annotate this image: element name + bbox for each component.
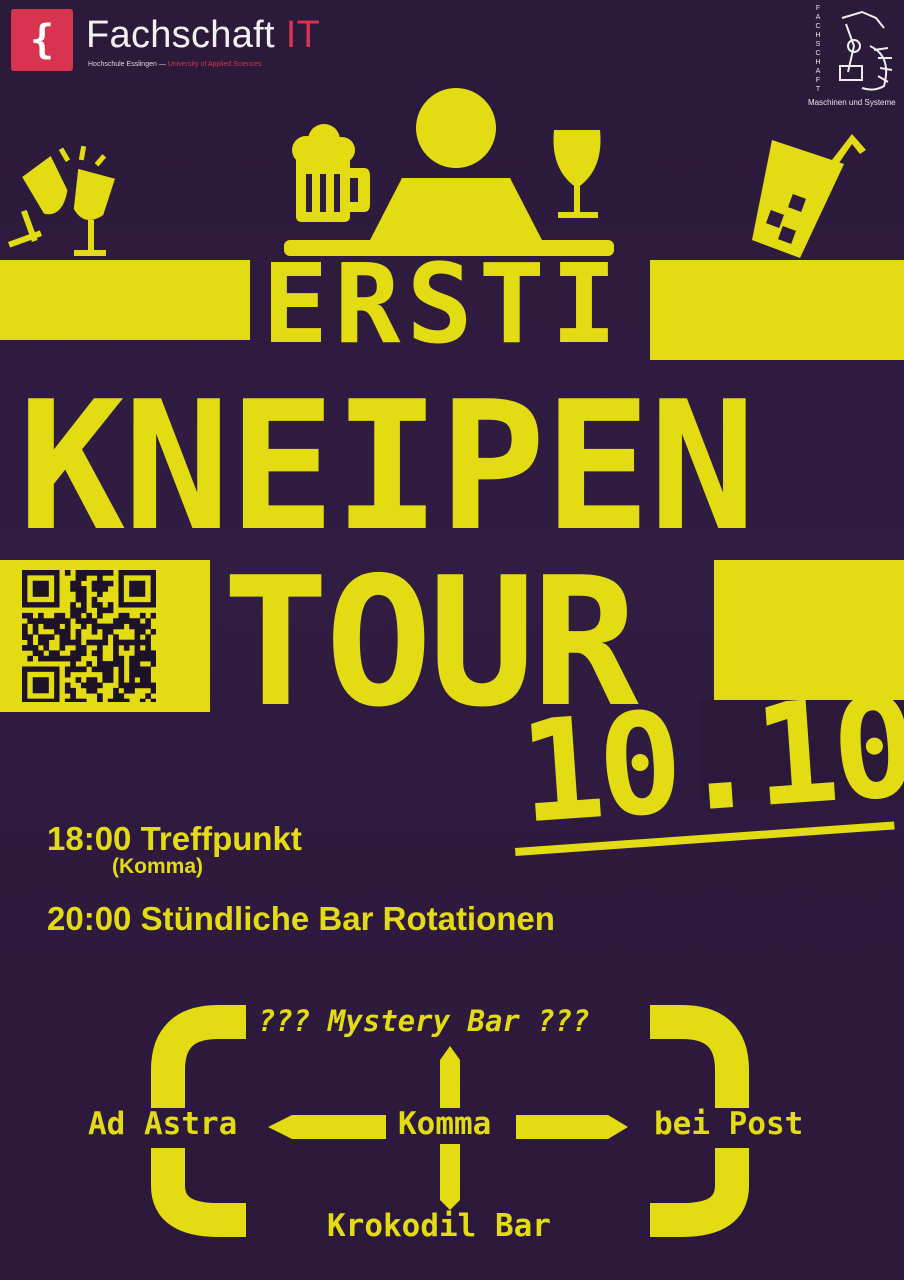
route-krokodil-bar: Krokodil Bar bbox=[327, 1208, 551, 1244]
title-ersti: ERSTI bbox=[262, 240, 624, 368]
schedule-meeting: 18:00 Treffpunkt bbox=[47, 820, 302, 857]
wine-glass-icon bbox=[553, 130, 601, 218]
route-ad-astra: Ad Astra bbox=[88, 1106, 238, 1142]
route-bei-post: bei Post bbox=[654, 1106, 804, 1142]
route-mystery-bar: ??? Mystery Bar ??? bbox=[258, 1004, 590, 1038]
route-komma: Komma bbox=[398, 1106, 492, 1142]
schedule-rotation: 20:00 Stündliche Bar Rotationen bbox=[47, 900, 555, 937]
ersti-right-bar bbox=[650, 260, 904, 360]
cocktail-icon bbox=[752, 134, 866, 258]
schedule-meeting-location: (Komma) bbox=[112, 855, 204, 878]
toast-glasses-icon bbox=[7, 145, 115, 256]
ersti-left-bar bbox=[0, 260, 250, 340]
qr-code-icon[interactable] bbox=[22, 570, 156, 702]
beer-mug-icon bbox=[292, 124, 370, 222]
title-kneipen: KNEIPEN bbox=[18, 363, 756, 570]
drinks-illustration bbox=[7, 88, 866, 258]
event-date: 10.10 bbox=[514, 665, 904, 856]
